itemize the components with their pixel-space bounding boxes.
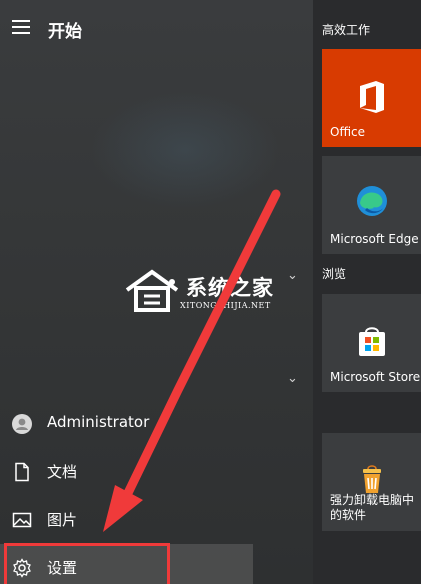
start-menu: 开始 高效工作 Office Microsoft Edge 浏览 Microso… <box>0 0 421 584</box>
tile-microsoft-edge[interactable]: Microsoft Edge <box>322 156 421 254</box>
nav-item-documents[interactable]: 文档 <box>0 448 253 496</box>
tile-office[interactable]: Office <box>322 49 421 147</box>
nav-item-documents-label: 文档 <box>47 463 78 481</box>
nav-item-user[interactable]: Administrator <box>0 400 253 448</box>
nav-item-pictures-label: 图片 <box>47 511 78 529</box>
watermark-subtext: XITONGZHIJIA.NET <box>180 301 271 310</box>
tile-group-title-productivity[interactable]: 高效工作 <box>322 21 370 38</box>
watermark-text: 系统之家 <box>186 276 274 300</box>
store-icon <box>358 327 385 356</box>
edge-icon <box>356 186 387 216</box>
start-title: 开始 <box>48 22 82 42</box>
tile-store-label: Microsoft Store <box>330 370 421 384</box>
chevron-down-icon[interactable]: ⌄ <box>287 371 298 386</box>
hamburger-icon[interactable] <box>12 20 32 36</box>
user-avatar-icon <box>12 414 32 434</box>
office-icon <box>359 81 384 113</box>
watermark-logo <box>125 269 179 312</box>
start-header: 开始 <box>0 0 313 58</box>
uninstaller-icon <box>362 465 381 493</box>
document-icon <box>15 462 29 482</box>
tile-uninstaller[interactable]: 强力卸载电脑中的软件 <box>322 433 421 531</box>
nav-item-user-label: Administrator <box>47 413 150 431</box>
tile-microsoft-store[interactable]: Microsoft Store <box>322 294 421 392</box>
nav-item-pictures[interactable]: 图片 <box>0 496 253 544</box>
annotation-highlight-box <box>4 543 170 584</box>
background-glow <box>90 90 280 210</box>
tile-office-label: Office <box>330 125 366 139</box>
tile-group-title-browse[interactable]: 浏览 <box>322 265 346 282</box>
watermark: 系统之家 XITONGZHIJIA.NET <box>124 266 304 316</box>
tile-edge-label: Microsoft Edge <box>330 232 419 246</box>
tile-uninstaller-label: 强力卸载电脑中的软件 <box>330 493 415 522</box>
picture-icon <box>12 512 32 528</box>
